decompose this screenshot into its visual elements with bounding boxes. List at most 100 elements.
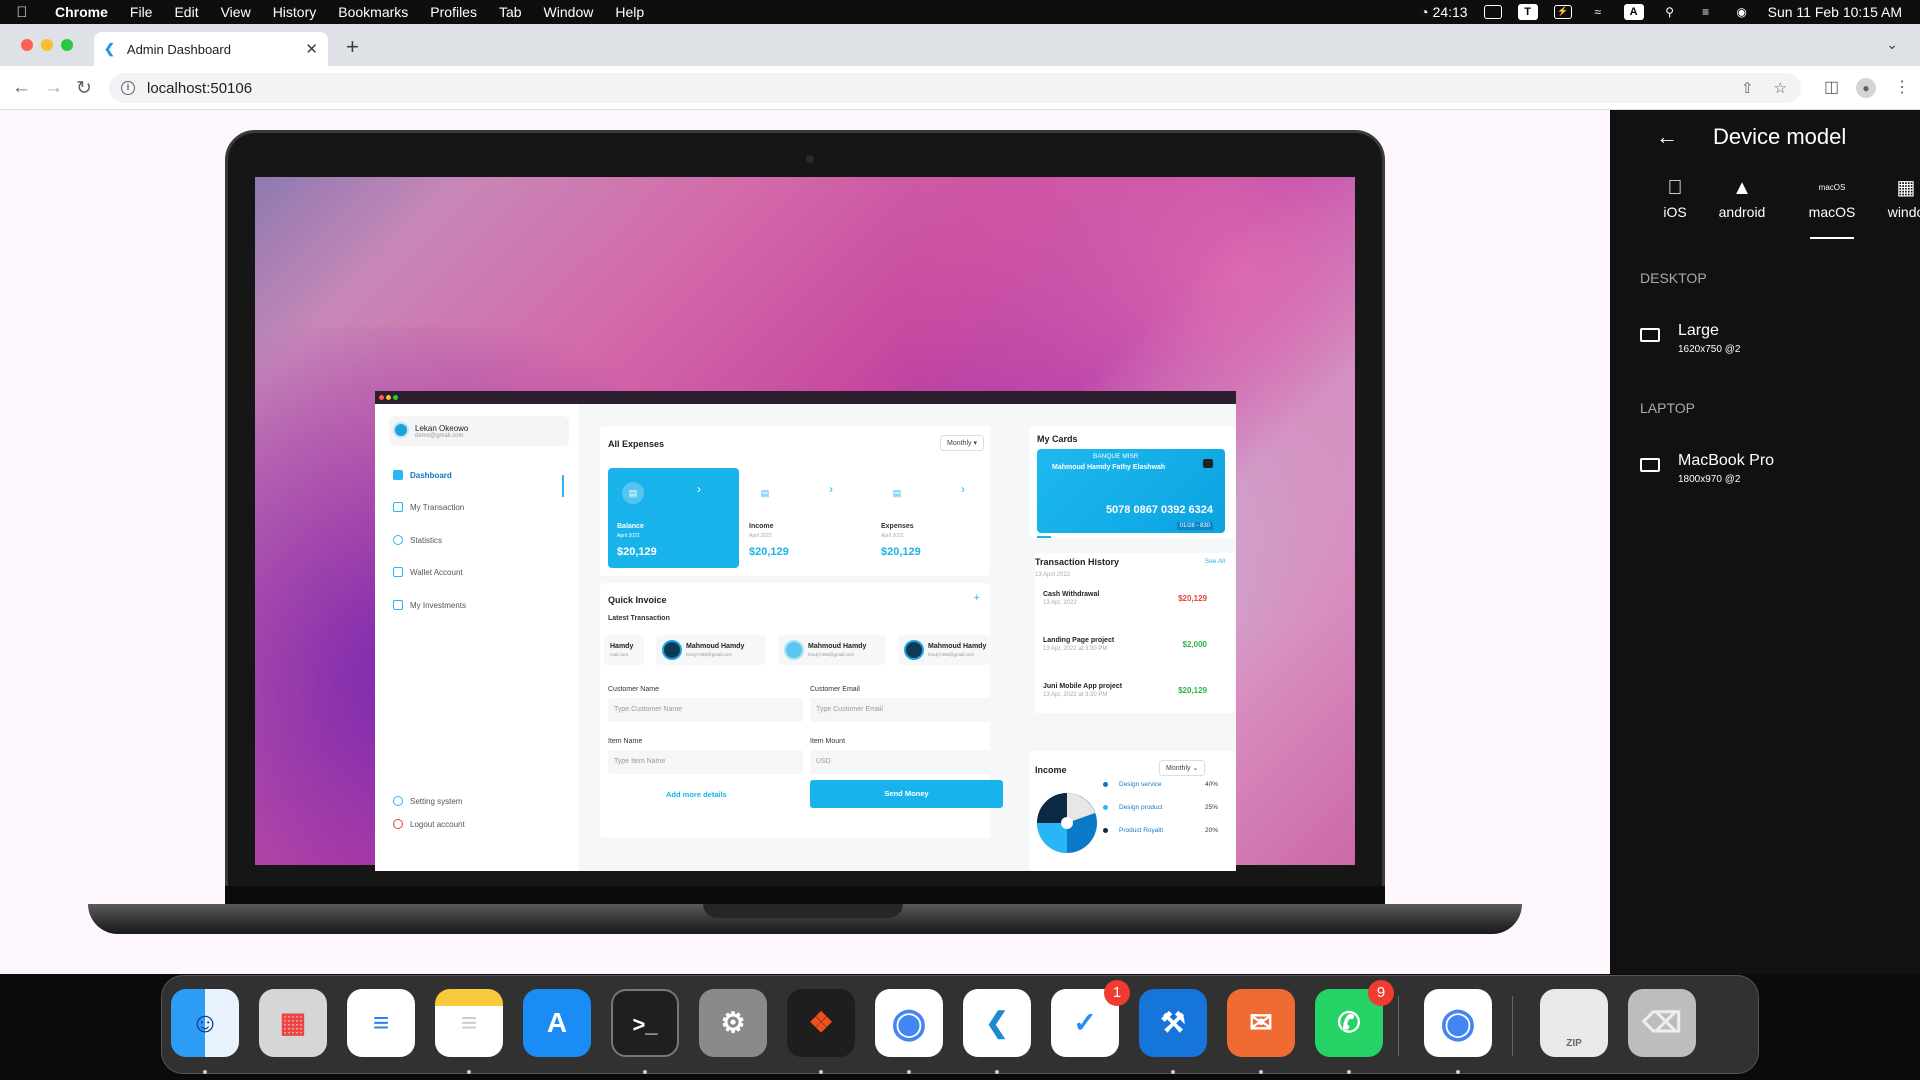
- expenses-period-dropdown[interactable]: Monthly ▾: [940, 435, 984, 451]
- app-zoom-dot[interactable]: [393, 395, 398, 400]
- side-panel-icon[interactable]: ◫: [1824, 77, 1839, 97]
- site-info-icon[interactable]: i: [121, 81, 135, 95]
- item-name-input[interactable]: Type Item Name: [608, 750, 803, 774]
- legend-label: Product Royalti: [1119, 827, 1164, 834]
- menu-datetime[interactable]: Sun 11 Feb 10:15 AM: [1768, 4, 1902, 20]
- nav-logout[interactable]: Logout account: [393, 819, 465, 829]
- nav-my-transaction[interactable]: My Transaction: [393, 502, 464, 512]
- close-tab-icon[interactable]: ✕: [305, 40, 318, 58]
- expenses-card[interactable]: ▤ › Expenses April 2022 $20,129: [872, 468, 1003, 568]
- share-icon[interactable]: ⇧: [1741, 79, 1754, 97]
- figma-icon[interactable]: ❖: [787, 989, 855, 1057]
- contact-chip[interactable]: Mahmoud Hamdy hmdy7456@gmail.com: [898, 635, 990, 665]
- vscode-icon[interactable]: ❮: [963, 989, 1031, 1057]
- card-carousel-indicator[interactable]: [1037, 536, 1051, 538]
- send-money-button[interactable]: Send Money: [810, 780, 1003, 808]
- contact-chip[interactable]: Hamdy mail.com: [604, 635, 644, 665]
- item-mount-label: Item Mount: [810, 738, 846, 745]
- bank-card[interactable]: BANQUE MISR Mahmoud Hamdy Fathy Elashwah…: [1037, 449, 1225, 533]
- add-invoice-plus-icon[interactable]: +: [974, 592, 980, 604]
- menu-bookmarks[interactable]: Bookmarks: [327, 4, 419, 20]
- menu-tab[interactable]: Tab: [488, 4, 533, 20]
- income-period-dropdown[interactable]: Monthly ⌄: [1159, 760, 1206, 776]
- input-source-icon[interactable]: A: [1623, 4, 1644, 20]
- trash-icon[interactable]: ⌫: [1628, 989, 1696, 1057]
- menu-history[interactable]: History: [262, 4, 328, 20]
- add-more-details-link[interactable]: Add more details: [666, 790, 727, 799]
- forward-arrow-icon[interactable]: →: [44, 77, 63, 99]
- os-tab-windows[interactable]: ▦ windo: [1876, 174, 1920, 220]
- menu-view[interactable]: View: [210, 4, 262, 20]
- legend-label: Design product: [1119, 804, 1163, 811]
- apple-menu-icon[interactable]: : [0, 4, 44, 21]
- screen-mirror-icon[interactable]: [1483, 5, 1502, 19]
- balance-card[interactable]: ▤ › Balance April 2022 $20,129: [608, 468, 739, 568]
- legend-dot: [1103, 828, 1108, 833]
- nav-my-investments[interactable]: My Investments: [393, 600, 466, 610]
- reload-icon[interactable]: ↻: [76, 77, 92, 100]
- profile-avatar-icon[interactable]: ●: [1856, 78, 1876, 98]
- launchpad-icon[interactable]: ▦: [259, 989, 327, 1057]
- reminders-icon[interactable]: ≡: [347, 989, 415, 1057]
- nav-setting-system[interactable]: Setting system: [393, 796, 462, 806]
- minimize-window-button[interactable]: [41, 39, 53, 51]
- contact-chip[interactable]: Mahmoud Hamdy hmdy7456@gmail.com: [778, 635, 886, 665]
- close-window-button[interactable]: [21, 39, 33, 51]
- income-icon: ▤: [760, 488, 770, 498]
- nav-wallet-account[interactable]: Wallet Account: [393, 567, 463, 577]
- item-mount-input[interactable]: USD: [810, 750, 1005, 774]
- siri-icon[interactable]: ◉: [1732, 5, 1752, 19]
- chrome-icon[interactable]: ◉: [875, 989, 943, 1057]
- menu-help[interactable]: Help: [604, 4, 655, 20]
- wifi-icon[interactable]: ≈: [1588, 5, 1608, 19]
- running-indicator: [1259, 1070, 1263, 1074]
- menu-file[interactable]: File: [119, 4, 164, 20]
- nav-dashboard[interactable]: Dashboard: [393, 470, 452, 480]
- zoom-window-button[interactable]: [61, 39, 73, 51]
- os-tab-android[interactable]: ▲ android: [1712, 174, 1772, 220]
- back-arrow-icon[interactable]: ←: [1656, 124, 1678, 150]
- income-card[interactable]: ▤ › Income April 2022 $20,129: [740, 468, 871, 568]
- os-tab-ios[interactable]:  iOS: [1645, 174, 1705, 220]
- menu-app-name[interactable]: Chrome: [44, 4, 119, 20]
- more-menu-icon[interactable]: ⋮: [1894, 77, 1910, 97]
- address-bar[interactable]: i localhost:50106 ⇧ ☆: [109, 73, 1801, 103]
- tab-search-chevron-icon[interactable]: ⌄: [1886, 36, 1898, 53]
- bookmark-star-icon[interactable]: ☆: [1774, 79, 1787, 97]
- app-minimize-dot[interactable]: [386, 395, 391, 400]
- customer-email-label: Customer Email: [810, 686, 860, 693]
- zip-archive-icon[interactable]: ZIP: [1540, 989, 1608, 1057]
- battery-icon[interactable]: ⚡: [1553, 5, 1572, 19]
- spotlight-icon[interactable]: ⚲: [1660, 5, 1680, 19]
- control-center-icon[interactable]: ≡: [1696, 5, 1716, 19]
- nav-statistics[interactable]: Statistics: [393, 535, 442, 545]
- os-tab-macos[interactable]: macOS macOS: [1802, 174, 1862, 220]
- see-all-link[interactable]: See All: [1205, 558, 1225, 565]
- system-settings-icon[interactable]: ⚙: [699, 989, 767, 1057]
- user-profile-card[interactable]: Lekan Okeowo demo@gmail.com: [389, 416, 569, 446]
- menu-profiles[interactable]: Profiles: [419, 4, 488, 20]
- app-close-dot[interactable]: [379, 395, 384, 400]
- terminal-icon[interactable]: >_: [611, 989, 679, 1057]
- postman-icon[interactable]: ✉: [1227, 989, 1295, 1057]
- customer-name-input[interactable]: Type Customer Name: [608, 698, 803, 722]
- browser-tab[interactable]: ❮ Admin Dashboard ✕: [94, 32, 328, 66]
- typora-icon[interactable]: T: [1517, 4, 1538, 20]
- menu-edit[interactable]: Edit: [163, 4, 209, 20]
- chrome-icon[interactable]: ◉: [1424, 989, 1492, 1057]
- contact-avatar: [904, 640, 924, 660]
- finder-icon[interactable]: ☺: [171, 989, 239, 1057]
- card-expiry: 01/28 - 830: [1176, 522, 1213, 530]
- xcode-icon[interactable]: ⚒: [1139, 989, 1207, 1057]
- menu-window[interactable]: Window: [533, 4, 605, 20]
- customer-email-input[interactable]: Type Customer Email: [810, 698, 1005, 722]
- app-store-icon[interactable]: A: [523, 989, 591, 1057]
- notes-icon[interactable]: ≡: [435, 989, 503, 1057]
- contact-chip[interactable]: Mahmoud Hamdy hmdy7456@gmail.com: [656, 635, 766, 665]
- back-arrow-icon[interactable]: ←: [12, 77, 31, 99]
- new-tab-icon[interactable]: +: [346, 34, 359, 60]
- tasks-badge: 1: [1104, 980, 1130, 1006]
- timer-status[interactable]: ◔ 24:13: [1420, 4, 1467, 20]
- running-indicator: [467, 1070, 471, 1074]
- dock: ☺ ▦ ≡ ≡ A >_ ⚙ ❖ ◉ ❮ ✓ 1 ⚒ ✉ ✆ 9 ◉ ZIP ⌫: [161, 975, 1759, 1074]
